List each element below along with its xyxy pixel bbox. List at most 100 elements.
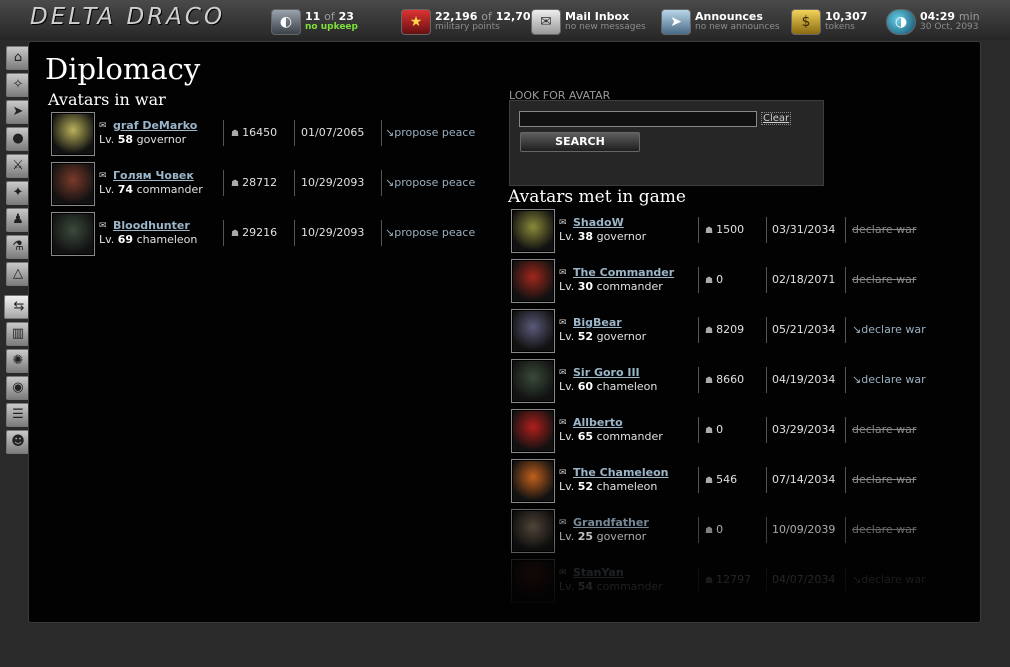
avatar-row: ✉ The Chameleon Lv. 52 chameleon ☗ 546 07/14/… (511, 459, 951, 505)
military-points: ☗ 29216 (231, 226, 278, 239)
avatar-name-link[interactable]: The Chameleon (573, 466, 669, 479)
column-divider (698, 417, 699, 443)
column-divider (294, 170, 295, 196)
send-mail-icon[interactable]: ✉ (559, 218, 567, 228)
tokens-stat[interactable]: $ 10,307 tokens (791, 8, 881, 36)
nav-battle-icon[interactable]: ✦ (6, 181, 30, 205)
military-stat[interactable]: ★ 22,196 of 12,700 military points (401, 8, 538, 36)
column-divider (381, 120, 382, 146)
avatar-portrait[interactable] (511, 259, 555, 303)
nav-ranking-icon[interactable]: ▥ (6, 322, 30, 346)
nav-home-icon[interactable]: ⌂ (6, 46, 30, 70)
column-divider (294, 220, 295, 246)
points-icon: ☗ (231, 179, 240, 189)
diplomacy-action-link: declare war (852, 423, 917, 436)
avatar-image (513, 311, 553, 351)
nav-research-icon[interactable]: ⚗ (6, 235, 30, 259)
nav-market-icon[interactable]: ☰ (6, 403, 30, 427)
avatar-name-link[interactable]: Grandfather (573, 516, 649, 529)
send-mail-icon[interactable]: ✉ (559, 368, 567, 378)
send-mail-icon[interactable]: ✉ (99, 121, 107, 131)
points-icon: ☗ (705, 226, 714, 236)
column-divider (845, 317, 846, 343)
avatar-portrait[interactable] (511, 459, 555, 503)
avatar-level: Lv. 65 commander (559, 430, 663, 443)
avatar-image (513, 411, 553, 451)
avatar-portrait[interactable] (51, 162, 95, 206)
diplomacy-action-link: declare war (852, 273, 917, 286)
announces[interactable]: ➤ Announces no new announces (661, 8, 781, 36)
military-points: ☗ 0 (705, 523, 724, 536)
column-divider (223, 220, 224, 246)
avatar-name-link[interactable]: Голям Човек (113, 169, 194, 182)
column-divider (766, 467, 767, 493)
avatar-portrait[interactable] (511, 359, 555, 403)
send-mail-icon[interactable]: ✉ (559, 468, 567, 478)
game-logo[interactable]: DELTA DRACO (30, 4, 226, 34)
nav-spy-icon[interactable]: ◉ (6, 376, 30, 400)
points-icon: ☗ (705, 276, 714, 286)
search-button[interactable]: SEARCH (520, 132, 640, 152)
column-divider (223, 120, 224, 146)
avatar-name-link[interactable]: Sir Goro III (573, 366, 640, 379)
diplomacy-action-link[interactable]: ↘declare war (852, 373, 926, 386)
planets-upkeep: no upkeep (305, 22, 358, 32)
avatar-portrait[interactable] (51, 112, 95, 156)
avatar-name-link[interactable]: ShadoW (573, 216, 624, 229)
avatar-name-link[interactable]: graf DeMarko (113, 119, 197, 132)
met-date: 10/29/2093 (301, 176, 365, 189)
planets-stat[interactable]: ◐ 11 of 23 no upkeep (271, 8, 391, 36)
tokens-label: tokens (825, 22, 855, 32)
avatar-row: ✉ Голям Човек Lv. 74 commander ☗ 28712 10/29/… (51, 162, 475, 208)
avatar-level: Lv. 38 governor (559, 230, 647, 243)
diplomacy-action-link[interactable]: ↘propose peace (385, 176, 475, 189)
arrow-icon: ↘ (852, 373, 862, 386)
avatar-name-link[interactable]: BigBear (573, 316, 622, 329)
column-divider (845, 367, 846, 393)
military-points: ☗ 28712 (231, 176, 278, 189)
envelope-icon: ✉ (531, 9, 561, 35)
game-time[interactable]: ◑ 04:29 min 30 Oct, 2093 (886, 8, 1001, 36)
nav-planet-icon[interactable]: ● (6, 127, 30, 151)
time-date: 30 Oct, 2093 (920, 22, 979, 32)
send-mail-icon[interactable]: ✉ (559, 518, 567, 528)
send-mail-icon[interactable]: ✉ (99, 171, 107, 181)
nav-alliance-icon[interactable]: △ (6, 262, 30, 286)
send-mail-icon[interactable]: ✉ (559, 418, 567, 428)
send-mail-icon[interactable]: ✉ (559, 318, 567, 328)
send-mail-icon[interactable]: ✉ (99, 221, 107, 231)
military-points: ☗ 1500 (705, 223, 745, 236)
avatar-level: Lv. 52 chameleon (559, 480, 658, 493)
avatar-name-link[interactable]: Allberto (573, 416, 623, 429)
nav-galaxy-icon[interactable]: ✺ (6, 349, 30, 373)
planet-icon: ◐ (271, 9, 301, 35)
nav-galaxy-map-icon[interactable]: ✧ (6, 73, 30, 97)
search-input[interactable] (519, 111, 757, 127)
avatar-row: ✉ graf DeMarko Lv. 58 governor ☗ 16450 01/07/… (51, 112, 475, 158)
mail-inbox[interactable]: ✉ Mail Inbox no new messages (531, 8, 651, 36)
diplomacy-action-link[interactable]: ↘propose peace (385, 126, 475, 139)
nav-chat-icon[interactable]: ☻ (6, 430, 30, 454)
met-section-title: Avatars met in game (508, 187, 686, 207)
avatar-portrait[interactable] (511, 309, 555, 353)
avatar-portrait[interactable] (511, 409, 555, 453)
diplomacy-action-link[interactable]: ↘declare war (852, 323, 926, 336)
military-points: ☗ 8209 (705, 323, 745, 336)
megaphone-icon: ➤ (661, 9, 691, 35)
clear-button[interactable]: Clear (761, 112, 792, 125)
met-date: 10/29/2093 (301, 226, 365, 239)
military-points: ☗ 0 (705, 273, 724, 286)
avatar-portrait[interactable] (51, 212, 95, 256)
nav-weapons-icon[interactable]: ⚔ (6, 154, 30, 178)
avatar-image (513, 261, 553, 301)
column-divider (698, 217, 699, 243)
avatar-row: ✉ Sir Goro III Lv. 60 chameleon ☗ 8660 04/19/… (511, 359, 951, 405)
search-box: Clear SEARCH (509, 100, 824, 186)
avatar-name-link[interactable]: The Commander (573, 266, 674, 279)
send-mail-icon[interactable]: ✉ (559, 268, 567, 278)
diplomacy-action-link[interactable]: ↘propose peace (385, 226, 475, 239)
nav-agent-icon[interactable]: ♟ (6, 208, 30, 232)
avatar-portrait[interactable] (511, 209, 555, 253)
nav-fleet-icon[interactable]: ➤ (6, 100, 30, 124)
avatar-name-link[interactable]: Bloodhunter (113, 219, 190, 232)
